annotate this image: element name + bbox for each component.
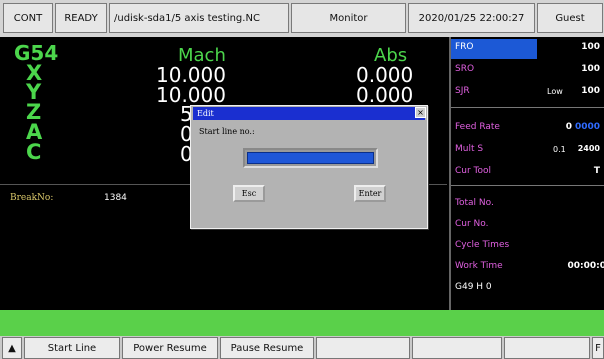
fro-value: 100 — [581, 42, 600, 52]
start-line-input[interactable] — [243, 148, 378, 168]
break-no-label: BreakNo: — [10, 193, 54, 203]
divider — [451, 107, 604, 108]
info-panel: FRO 100 SRO 100 SJR Low 100 Feed Rate 0 … — [449, 37, 604, 310]
edit-dialog: Edit × Start line no.: Esc Enter — [190, 105, 428, 229]
softkey-7[interactable] — [504, 337, 590, 359]
cur-tool-row: Cur Tool T — [451, 161, 604, 183]
page-up-button[interactable]: ▲ — [2, 337, 22, 359]
message-bar — [0, 310, 604, 336]
gcode-row: G49 H 0 — [451, 277, 604, 299]
mult-s-factor: 0.1 — [553, 145, 566, 154]
mach-value-x: 10.000 — [156, 63, 226, 87]
status-indicator: READY — [55, 3, 107, 33]
sro-value: 100 — [581, 64, 600, 74]
cur-tool-label: Cur Tool — [455, 166, 492, 176]
mode-indicator: CONT — [3, 3, 53, 33]
sjr-row[interactable]: SJR Low 100 — [451, 81, 604, 103]
coordinate-system: G54 — [14, 41, 59, 65]
mult-s-label: Mult S — [455, 144, 484, 154]
start-line-prompt: Start line no.: — [199, 127, 255, 136]
axis-label-c: C — [26, 140, 42, 164]
abs-value-x: 0.000 — [356, 63, 414, 87]
total-no-label: Total No. — [455, 198, 494, 208]
total-no-row: Total No. — [451, 193, 604, 215]
softkey-6[interactable] — [412, 337, 502, 359]
esc-button[interactable]: Esc — [233, 185, 265, 202]
feed-rate-actual: 0000 — [575, 122, 601, 132]
pause-resume-button[interactable]: Pause Resume — [220, 337, 314, 359]
sro-row[interactable]: SRO 100 — [451, 59, 604, 81]
abs-value-y: 0.000 — [356, 83, 414, 107]
softkey-5[interactable] — [316, 337, 410, 359]
feed-rate-label: Feed Rate — [455, 122, 500, 132]
cycle-times-label: Cycle Times — [455, 240, 510, 250]
user-indicator[interactable]: Guest — [537, 3, 603, 33]
start-line-input-field[interactable] — [247, 152, 374, 164]
close-icon[interactable]: × — [415, 107, 426, 118]
mult-s-value: 2400 — [577, 144, 600, 153]
cur-tool-value: T — [593, 166, 600, 176]
mult-s-row: Mult S 0.1 2400 — [451, 139, 604, 161]
cycle-times-row: Cycle Times — [451, 235, 604, 257]
divider — [451, 185, 604, 186]
sro-label: SRO — [455, 64, 475, 74]
work-time-row: Work Time 00:00:0 — [451, 256, 604, 278]
cur-no-row: Cur No. — [451, 214, 604, 236]
work-time-label: Work Time — [455, 261, 503, 271]
softkey-bar: ▲ Start Line Power Resume Pause Resume F — [0, 336, 604, 359]
start-line-button[interactable]: Start Line — [24, 337, 120, 359]
work-time-value: 00:00:0 — [567, 261, 604, 271]
status-bar: CONT READY /udisk-sda1/5 axis testing.NC… — [0, 0, 604, 37]
feed-rate-value: 0 — [565, 122, 572, 132]
sjr-label: SJR — [455, 86, 470, 96]
gcode-state: G49 H 0 — [455, 282, 492, 292]
sjr-level: Low — [547, 87, 563, 96]
file-path: /udisk-sda1/5 axis testing.NC — [109, 3, 289, 33]
sjr-value: 100 — [581, 86, 600, 96]
fro-label: FRO — [455, 42, 474, 52]
power-resume-button[interactable]: Power Resume — [122, 337, 218, 359]
fro-row[interactable]: FRO 100 — [451, 37, 604, 59]
enter-button[interactable]: Enter — [354, 185, 386, 202]
break-no-value: 1384 — [104, 193, 127, 203]
page-next-button[interactable]: F — [592, 337, 604, 359]
cur-no-label: Cur No. — [455, 219, 489, 229]
feed-rate-row: Feed Rate 0 0000 — [451, 117, 604, 139]
datetime: 2020/01/25 22:00:27 — [408, 3, 535, 33]
dialog-title: Edit — [193, 107, 425, 120]
screen-name[interactable]: Monitor — [291, 3, 406, 33]
